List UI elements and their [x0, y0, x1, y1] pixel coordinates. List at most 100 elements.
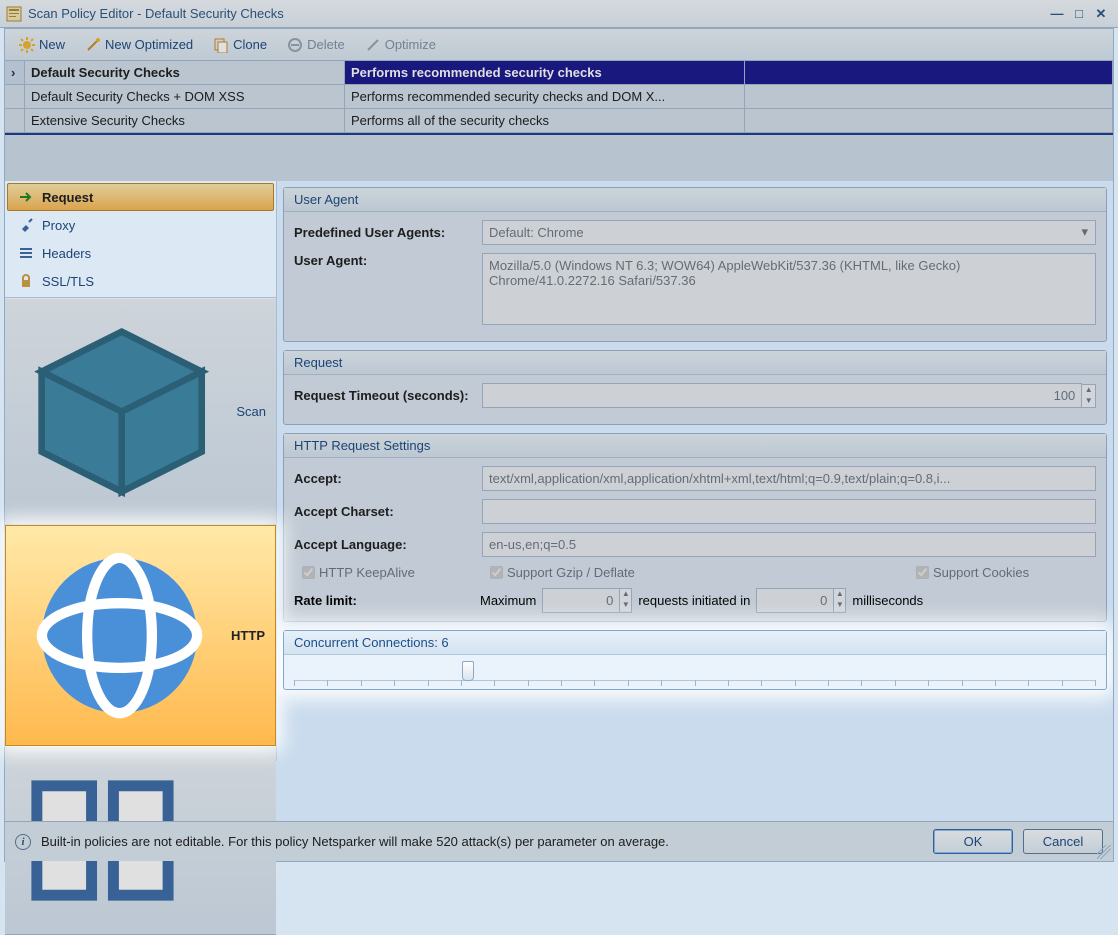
sidebar-item-proxy[interactable]: Proxy — [7, 211, 274, 239]
resize-grip[interactable] — [1097, 845, 1111, 859]
group-concurrent: Concurrent Connections: 6 — [283, 630, 1107, 690]
group-title: Request — [284, 351, 1106, 375]
keepalive-label: HTTP KeepAlive — [319, 565, 415, 580]
predefined-ua-select[interactable]: Default: Chrome — [482, 220, 1096, 245]
sidebar: Request Proxy Headers SSL/TLS — [5, 181, 277, 761]
ua-label: User Agent: — [294, 253, 474, 268]
cancel-button[interactable]: Cancel — [1023, 829, 1103, 854]
minimize-button[interactable]: — — [1046, 6, 1068, 21]
nav-tab-label: Scan — [236, 404, 266, 419]
charset-input[interactable] — [482, 499, 1096, 524]
table-row[interactable]: Extensive Security Checks Performs all o… — [5, 109, 1113, 133]
accept-label: Accept: — [294, 471, 474, 486]
arrow-right-icon — [18, 189, 34, 205]
lang-input[interactable] — [482, 532, 1096, 557]
timeout-spinner[interactable]: ▲▼ — [1082, 384, 1096, 408]
concurrent-title-prefix: Concurrent Connections: — [294, 635, 441, 650]
keepalive-checkbox[interactable]: HTTP KeepAlive — [302, 565, 482, 580]
toolbar: New New Optimized Clone Delete Optimize — [5, 29, 1113, 61]
rate-max-label: Maximum — [480, 593, 536, 608]
gzip-checkbox[interactable]: Support Gzip / Deflate — [490, 565, 908, 580]
info-icon: i — [15, 834, 31, 850]
cookies-checkbox[interactable]: Support Cookies — [916, 565, 1096, 580]
globe-icon — [16, 532, 223, 739]
sidebar-item-label: Proxy — [42, 218, 75, 233]
table-row[interactable]: › Default Security Checks Performs recom… — [5, 61, 1113, 85]
footer: i Built-in policies are not editable. Fo… — [5, 821, 1113, 861]
optimize-label: Optimize — [385, 37, 436, 52]
lang-label: Accept Language: — [294, 537, 474, 552]
delete-label: Delete — [307, 37, 345, 52]
app-icon — [6, 6, 22, 22]
optimize-button: Optimize — [357, 35, 444, 55]
cookies-label: Support Cookies — [933, 565, 1029, 580]
slider-thumb[interactable] — [462, 661, 474, 681]
timeout-label: Request Timeout (seconds): — [294, 388, 474, 403]
new-button[interactable]: New — [11, 35, 73, 55]
headers-icon — [18, 245, 34, 261]
group-user-agent: User Agent Predefined User Agents: Defau… — [283, 187, 1107, 342]
nav-tab-label: HTTP — [231, 628, 265, 643]
lock-icon — [18, 273, 34, 289]
sidebar-item-ssl[interactable]: SSL/TLS — [7, 267, 274, 295]
row-indicator — [5, 85, 25, 108]
sun-icon — [19, 37, 35, 53]
nav-tab-http[interactable]: HTTP — [5, 525, 276, 746]
delete-icon — [287, 37, 303, 53]
sidebar-item-label: Headers — [42, 246, 91, 261]
policy-name: Default Security Checks + DOM XSS — [25, 85, 345, 108]
accept-input[interactable] — [482, 466, 1096, 491]
group-title: HTTP Request Settings — [284, 434, 1106, 458]
sidebar-item-headers[interactable]: Headers — [7, 239, 274, 267]
ok-button[interactable]: OK — [933, 829, 1013, 854]
rate-max-input[interactable] — [542, 588, 620, 613]
group-title: User Agent — [284, 188, 1106, 212]
window-title: Scan Policy Editor - Default Security Ch… — [28, 6, 284, 21]
row-indicator — [5, 109, 25, 132]
maximize-button[interactable]: □ — [1068, 6, 1090, 21]
charset-label: Accept Charset: — [294, 504, 474, 519]
footer-message: Built-in policies are not editable. For … — [41, 834, 923, 849]
sidebar-item-label: Request — [42, 190, 93, 205]
ua-textarea[interactable]: Mozilla/5.0 (Windows NT 6.3; WOW64) Appl… — [482, 253, 1096, 325]
rate-ms-label: milliseconds — [852, 593, 923, 608]
rate-label: Rate limit: — [294, 593, 474, 608]
policy-desc: Performs recommended security checks — [345, 61, 745, 84]
policy-name: Default Security Checks — [25, 61, 345, 84]
split-area: Request Proxy Headers SSL/TLS — [5, 181, 1113, 761]
group-request: Request Request Timeout (seconds): ▲▼ — [283, 350, 1107, 425]
policy-desc: Performs all of the security checks — [345, 109, 745, 132]
new-optimized-button[interactable]: New Optimized — [77, 35, 201, 55]
policy-extra — [745, 85, 1113, 108]
rate-ms-input[interactable] — [756, 588, 834, 613]
timeout-input[interactable] — [482, 383, 1082, 408]
policy-extra — [745, 109, 1113, 132]
group-http-settings: HTTP Request Settings Accept: Accept Cha… — [283, 433, 1107, 622]
settings-panel: User Agent Predefined User Agents: Defau… — [277, 181, 1113, 761]
sidebar-item-request[interactable]: Request — [7, 183, 274, 211]
policy-extra — [745, 61, 1113, 84]
copy-icon — [213, 37, 229, 53]
new-label: New — [39, 37, 65, 52]
policy-grid: › Default Security Checks Performs recom… — [5, 61, 1113, 181]
group-title: Concurrent Connections: 6 — [284, 631, 1106, 655]
clone-label: Clone — [233, 37, 267, 52]
sidebar-item-label: SSL/TLS — [42, 274, 94, 289]
close-button[interactable]: ✕ — [1090, 6, 1112, 22]
plug-icon — [18, 217, 34, 233]
rate-ms-spinner[interactable]: ▲▼ — [834, 588, 846, 613]
clone-button[interactable]: Clone — [205, 35, 275, 55]
delete-button: Delete — [279, 35, 353, 55]
concurrent-value: 6 — [441, 635, 448, 650]
wand2-icon — [365, 37, 381, 53]
gzip-label: Support Gzip / Deflate — [507, 565, 635, 580]
concurrent-slider[interactable] — [294, 663, 1096, 681]
policy-desc: Performs recommended security checks and… — [345, 85, 745, 108]
nav-tab-scan[interactable]: Scan — [5, 298, 276, 525]
rate-max-spinner[interactable]: ▲▼ — [620, 588, 632, 613]
cube-icon — [15, 305, 228, 518]
row-indicator: › — [5, 61, 25, 84]
table-row[interactable]: Default Security Checks + DOM XSS Perfor… — [5, 85, 1113, 109]
rate-mid-label: requests initiated in — [638, 593, 750, 608]
titlebar: Scan Policy Editor - Default Security Ch… — [0, 0, 1118, 28]
